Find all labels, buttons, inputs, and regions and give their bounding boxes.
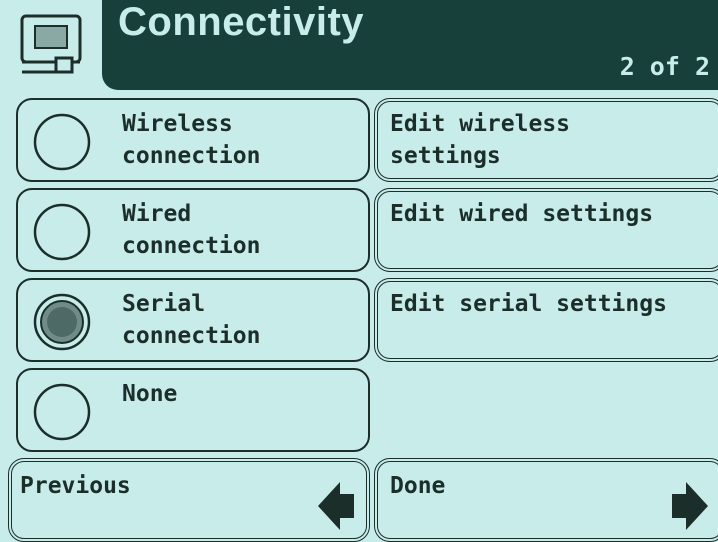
option-label: Wireless connection	[122, 111, 261, 169]
radio-selected-icon	[33, 293, 91, 351]
previous-button[interactable]: Previous	[8, 458, 370, 542]
arrow-right-icon	[672, 482, 708, 530]
edit-wired-settings-button[interactable]: Edit wired settings	[374, 188, 718, 272]
wired-connection-option[interactable]: Wired connection	[16, 188, 370, 272]
header: Connectivity 2 of 2	[0, 0, 718, 92]
button-label: Edit serial settings	[390, 291, 667, 317]
done-button[interactable]: Done	[374, 458, 718, 542]
edit-serial-settings-button[interactable]: Edit serial settings	[374, 278, 718, 362]
radio-unselected-icon	[33, 113, 91, 171]
none-option[interactable]: None	[16, 368, 370, 452]
serial-connection-option[interactable]: Serial connection	[16, 278, 370, 362]
option-label: None	[122, 381, 178, 407]
radio-unselected-icon	[33, 383, 91, 441]
radio-unselected-icon	[33, 203, 91, 261]
arrow-left-icon	[318, 482, 354, 530]
button-label: Edit wired settings	[390, 201, 654, 227]
wireless-connection-option[interactable]: Wireless connection	[16, 98, 370, 182]
edit-wireless-settings-button[interactable]: Edit wireless settings	[374, 98, 718, 182]
button-label: Done	[390, 473, 446, 499]
page-title: Connectivity	[118, 0, 365, 44]
option-label: Serial connection	[122, 291, 261, 349]
display-icon	[20, 14, 82, 74]
button-label: Previous	[20, 473, 131, 499]
page-indicator: 2 of 2	[619, 52, 710, 81]
button-label: Edit wireless settings	[390, 111, 571, 169]
option-label: Wired connection	[122, 201, 261, 259]
